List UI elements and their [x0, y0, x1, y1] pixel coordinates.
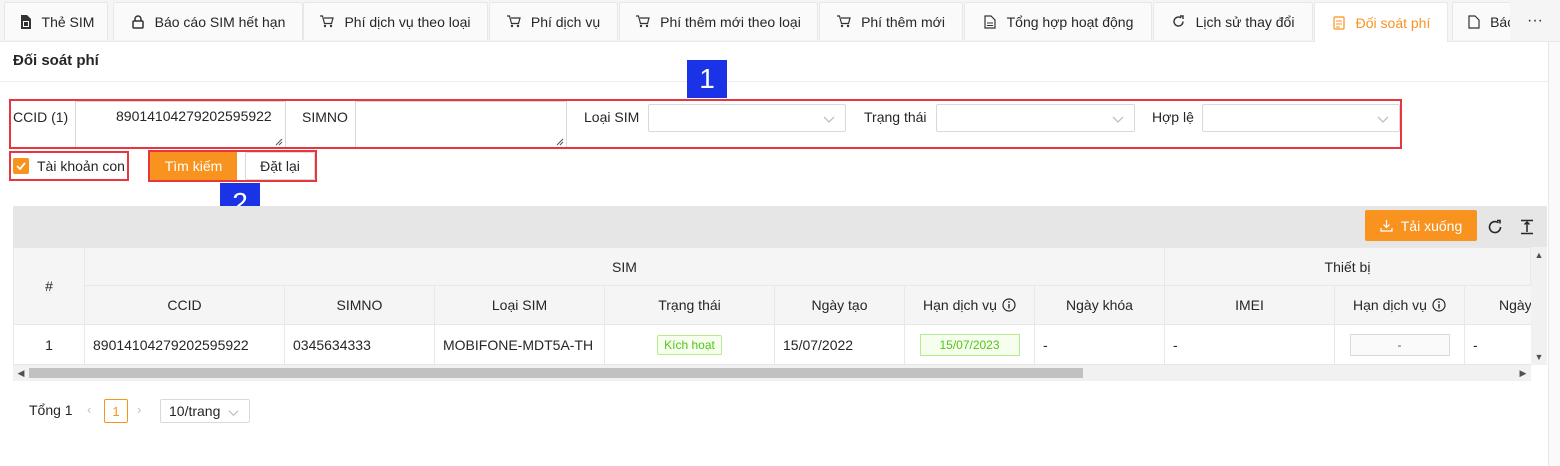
cart-icon	[636, 15, 650, 29]
tab-label: Lịch sử thay đổi	[1195, 13, 1295, 30]
annotation-box-filters	[9, 99, 1402, 149]
next-page-icon[interactable]: ›	[137, 402, 141, 417]
column-header-simno[interactable]: SIMNO	[285, 286, 435, 325]
scroll-down-icon[interactable]: ▼	[1531, 349, 1547, 365]
column-header-device-date[interactable]: Ngày	[1465, 286, 1531, 325]
page-size-value: 10/trang	[169, 403, 221, 419]
column-header-status[interactable]: Trạng thái	[605, 286, 775, 325]
table-vertical-scrollbar[interactable]: ▲ ▼	[1531, 247, 1547, 365]
title-divider	[0, 81, 1548, 82]
row-imei: -	[1165, 325, 1335, 365]
tab-new-fee-by-type[interactable]: Phí thêm mới theo loại	[619, 2, 818, 40]
download-label: Tải xuống	[1400, 217, 1463, 234]
lock-icon	[131, 14, 145, 29]
scroll-left-icon[interactable]: ◀	[13, 365, 29, 381]
tab-new-fee[interactable]: Phí thêm mới	[819, 2, 963, 40]
tab-bar: Thẻ SIM Báo cáo SIM hết hạn Phí dịch vụ …	[0, 0, 1560, 42]
page-title: Đối soát phí	[13, 52, 99, 69]
pagination-total: Tổng 1	[29, 402, 73, 418]
tab-service-fee-by-type[interactable]: Phí dịch vụ theo loại	[303, 2, 488, 40]
column-group-sim: SIM	[85, 247, 1165, 286]
table-horizontal-scrollbar[interactable]: ◀ ▶	[13, 365, 1531, 381]
tab-label: Báo cáo SIM hết hạn	[154, 13, 286, 30]
data-table: # SIM Thiết bị CCID SIMNO Loại SIM Trạng…	[13, 247, 1531, 365]
cart-icon	[837, 15, 851, 29]
row-sim-type: MOBIFONE-MDT5A-TH	[435, 325, 605, 365]
annotation-box-checkbox	[9, 151, 129, 181]
info-icon[interactable]	[1432, 298, 1446, 312]
column-header-label: Hạn dịch vụ	[923, 297, 997, 313]
annotation-badge-1: 1	[687, 60, 727, 98]
page-number-1[interactable]: 1	[104, 399, 128, 423]
tab-label: Thẻ SIM	[41, 13, 95, 30]
chevron-down-icon	[228, 410, 239, 417]
tab-label: Đối soát phí	[1355, 14, 1431, 31]
column-group-device: Thiết bị	[1165, 247, 1531, 286]
column-header-label: Hạn dịch vụ	[1353, 297, 1427, 313]
tab-activity-summary[interactable]: Tổng hợp hoạt động	[964, 2, 1152, 40]
row-device-date: -	[1465, 325, 1531, 365]
tab-fee-reconciliation[interactable]: Đối soát phí	[1314, 2, 1448, 42]
device-expiry-badge: -	[1349, 333, 1450, 356]
tab-label: Phí dịch vụ	[530, 13, 601, 30]
row-device-expiry-cell: -	[1335, 325, 1465, 365]
scrollbar-thumb[interactable]	[29, 368, 1083, 378]
row-created: 15/07/2022	[775, 325, 905, 365]
scroll-right-icon[interactable]: ▶	[1515, 365, 1531, 381]
column-header-sim-type[interactable]: Loại SIM	[435, 286, 605, 325]
column-header-imei[interactable]: IMEI	[1165, 286, 1335, 325]
reconcile-icon	[1332, 15, 1346, 30]
row-status-cell: Kích hoạt	[605, 325, 775, 365]
prev-page-icon[interactable]: ‹	[87, 402, 91, 417]
row-simno: 0345634333	[285, 325, 435, 365]
scroll-up-icon[interactable]: ▲	[1531, 247, 1547, 263]
file-icon	[1467, 14, 1480, 29]
row-service-expiry-cell: 15/07/2023	[905, 325, 1035, 365]
file-icon	[983, 14, 997, 29]
sim-card-icon	[18, 14, 32, 29]
service-expiry-badge: 15/07/2023	[919, 333, 1020, 356]
tabs-more-button[interactable]: ···	[1510, 2, 1560, 40]
tab-service-fee[interactable]: Phí dịch vụ	[489, 2, 618, 40]
table-toolbar: Tải xuống	[13, 206, 1547, 247]
cart-icon	[506, 15, 521, 29]
page-scrollbar[interactable]	[1548, 42, 1560, 466]
status-badge: Kích hoạt	[657, 334, 722, 355]
tab-expired-sim-report[interactable]: Báo cáo SIM hết hạn	[113, 2, 303, 40]
column-header-ccid[interactable]: CCID	[85, 286, 285, 325]
cart-icon	[320, 15, 335, 29]
tab-label: Phí dịch vụ theo loại	[344, 13, 471, 30]
column-header-service-expiry[interactable]: Hạn dịch vụ	[905, 286, 1035, 325]
tab-report-partial[interactable]: Báo	[1452, 2, 1516, 40]
download-button[interactable]: Tải xuống	[1365, 210, 1477, 241]
column-header-index: #	[13, 247, 85, 325]
refresh-icon	[1172, 15, 1186, 29]
row-index: 1	[13, 325, 85, 365]
page-size-select[interactable]: 10/trang	[160, 399, 250, 423]
tab-change-history[interactable]: Lịch sử thay đổi	[1153, 2, 1313, 40]
annotation-box-buttons	[148, 150, 317, 182]
column-header-lock-date[interactable]: Ngày khóa	[1035, 286, 1165, 325]
download-icon	[1380, 220, 1393, 232]
row-ccid: 89014104279202595922	[85, 325, 285, 365]
tab-label: Phí thêm mới theo loại	[660, 13, 801, 30]
column-header-device-expiry[interactable]: Hạn dịch vụ	[1335, 286, 1465, 325]
tab-the-sim[interactable]: Thẻ SIM	[4, 2, 108, 40]
reload-icon[interactable]	[1485, 217, 1505, 237]
info-icon[interactable]	[1002, 298, 1016, 312]
tab-label: Phí thêm mới	[861, 13, 945, 30]
column-header-created[interactable]: Ngày tạo	[775, 286, 905, 325]
row-lock-date: -	[1035, 325, 1165, 365]
tab-label: Tổng hợp hoạt động	[1006, 13, 1134, 30]
column-height-icon[interactable]	[1517, 217, 1537, 237]
